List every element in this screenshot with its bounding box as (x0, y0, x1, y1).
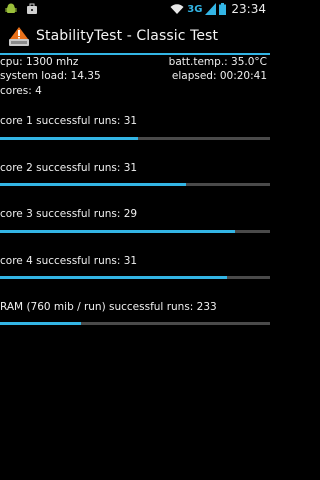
core3-progress-fill (0, 230, 235, 233)
cpu-frequency: cpu: 1300 mhz (0, 56, 79, 68)
core4-progress-fill (0, 276, 227, 279)
core2-progress-fill (0, 183, 187, 186)
core3-runs-label: core 3 successful runs: 29 (0, 208, 138, 220)
core3-progress-bar (0, 230, 270, 233)
core1-progress-fill (0, 137, 138, 140)
app-title: StabilityTest - Classic Test (36, 28, 219, 44)
notification-icons (5, 3, 38, 15)
action-bar-divider (0, 53, 270, 55)
ram-progress-bar (0, 322, 270, 325)
clock: 23:34 (231, 2, 266, 16)
briefcase-icon (27, 3, 37, 14)
signal-icon (205, 3, 217, 15)
status-bar: 3G 23:34 (0, 0, 270, 20)
elapsed-time: elapsed: 00:20:41 (171, 70, 267, 82)
core2-runs-label: core 2 successful runs: 31 (0, 162, 138, 174)
action-bar: StabilityTest - Classic Test (0, 20, 270, 53)
app-logo-icon[interactable] (8, 26, 30, 48)
battery-icon (219, 3, 227, 15)
android-icon (5, 3, 17, 13)
core4-progress-bar (0, 276, 270, 279)
ram-runs-label: RAM (760 mib / run) successful runs: 233 (0, 301, 217, 313)
core4-runs-label: core 4 successful runs: 31 (0, 255, 138, 267)
ram-progress-fill (0, 322, 81, 325)
core1-runs-label: core 1 successful runs: 31 (0, 115, 138, 127)
core1-progress-bar (0, 137, 270, 140)
system-indicators: 3G 23:34 (170, 2, 266, 16)
battery-temperature: batt.temp.: 35.0°C (168, 56, 267, 68)
network-type: 3G (187, 3, 203, 15)
wifi-icon (170, 4, 184, 14)
cores-count: cores: 4 (0, 85, 42, 97)
system-load: system load: 14.35 (0, 70, 101, 82)
core2-progress-bar (0, 183, 270, 186)
